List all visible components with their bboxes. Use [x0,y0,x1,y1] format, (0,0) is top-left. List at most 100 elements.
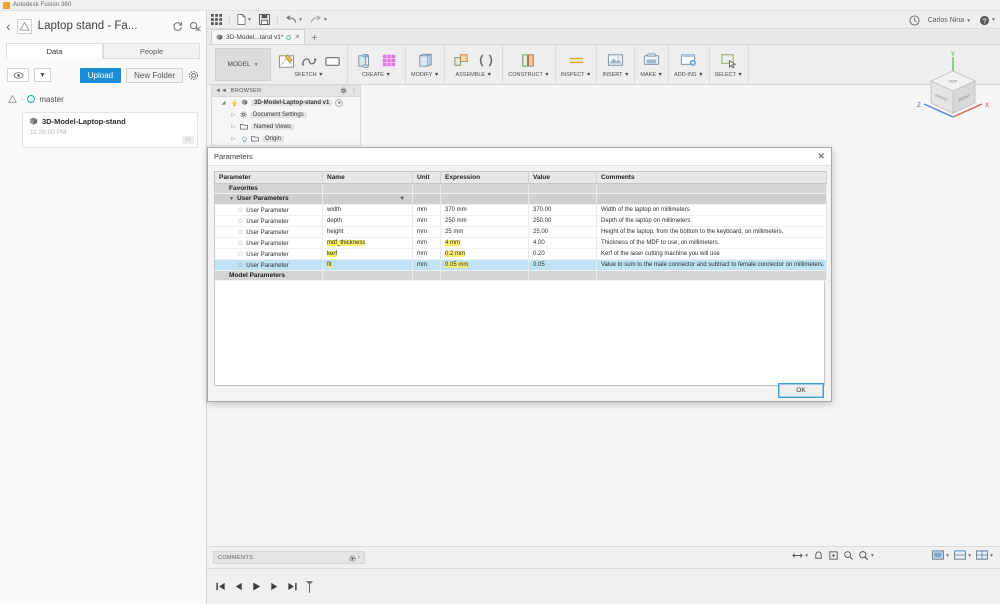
user-menu[interactable]: Carlos Nina ▼ [928,17,971,24]
mesh-icon[interactable] [378,49,400,71]
column-header-expression[interactable]: Expression [440,171,529,184]
document-tab[interactable]: 3D-Model...tand v1* ✕ [211,29,306,44]
new-component-icon[interactable] [450,49,472,71]
tab-people[interactable]: People [103,43,200,59]
redo-icon[interactable]: ▼ [310,14,328,25]
row-expression[interactable]: 250 mm [440,215,529,227]
expand-arrow-icon[interactable]: ▷ [230,124,237,130]
measure-icon[interactable] [565,49,587,71]
row-unit[interactable]: mm [412,248,441,260]
browser-root-badge-icon[interactable]: ● [335,99,344,107]
table-row[interactable]: ☆ User Parameter fit mm 0.05 mm 0.05 Valu… [214,259,827,271]
spline-icon[interactable] [299,51,319,71]
pan-icon[interactable] [813,550,824,561]
tab-data[interactable]: Data [6,43,103,59]
browser-menu-icon[interactable]: ⋮ [351,88,357,95]
display-settings-icon[interactable]: ▼ [932,550,950,561]
comments-menu-icon[interactable]: › [358,555,360,561]
row-comment[interactable]: Kerf of the laser cutting machine you wi… [596,248,827,260]
insert-mcmaster-icon[interactable] [605,49,627,71]
fit-icon[interactable]: ▼ [858,550,875,561]
group-row-favorites[interactable]: Favorites [214,183,827,195]
group-row-user-parameters[interactable]: ▼ User Parameters + [214,193,827,205]
view-cube[interactable]: Y X Z TOP FRONT RIGHT [910,47,996,133]
column-header-value[interactable]: Value [528,171,597,184]
column-header-unit[interactable]: Unit [412,171,441,184]
browser-item-origin[interactable]: ▷ Origin [212,133,360,145]
table-row[interactable]: ☆ User Parameter mdf_thickness mm 4 mm 4.… [214,237,827,249]
viewports-icon[interactable]: ▼ [976,550,994,561]
breadcrumb-project[interactable]: master [39,95,63,104]
expand-arrow-icon[interactable]: ◢ [220,100,227,106]
row-comment[interactable]: Depth of the laptop on millimeters [596,215,827,227]
ribbon-label-insert[interactable]: INSERT ▼ [602,72,629,78]
zoom-window-icon[interactable] [843,550,854,561]
row-unit[interactable]: mm [412,215,441,227]
ribbon-label-construct[interactable]: CONSTRUCT ▼ [508,72,549,78]
3d-print-icon[interactable] [641,49,663,71]
close-icon[interactable]: ✕ [817,152,825,161]
row-unit[interactable]: mm [412,226,441,238]
favorite-star-icon[interactable]: ☆ [237,218,243,225]
row-unit[interactable]: mm [412,204,441,216]
table-row[interactable]: ☆ User Parameter kerf mm 0.2 mm 0.20 Kerf… [214,248,827,260]
row-name[interactable]: width [322,204,413,216]
lightbulb-icon[interactable] [240,135,248,143]
timeline-marker-icon[interactable] [305,580,314,594]
row-name[interactable]: depth [322,215,413,227]
favorite-star-icon[interactable]: ☆ [237,240,243,247]
ribbon-label-inspect[interactable]: INSPECT ▼ [561,72,592,78]
gear-icon[interactable] [340,87,347,96]
group-row-model-parameters[interactable]: Model Parameters [214,270,827,281]
favorite-star-icon[interactable]: ☆ [237,207,243,214]
add-parameter-button[interactable]: + [322,193,413,205]
browser-item-document-settings[interactable]: ▷ Document Settings [212,109,360,121]
row-unit[interactable]: mm [412,237,441,249]
step-back-icon[interactable] [233,581,244,592]
comments-panel-toggle[interactable]: COMMENTS › [213,551,365,564]
row-expression[interactable]: 370 mm [440,204,529,216]
file-card[interactable]: 3D-Model-Laptop-stand 11:26:00 PM v1 [22,112,198,148]
column-header-parameter[interactable]: Parameter [214,171,323,184]
go-to-beginning-icon[interactable] [215,581,226,592]
go-to-end-icon[interactable] [287,581,298,592]
column-header-comments[interactable]: Comments [596,171,827,184]
orbit-icon[interactable]: ▼ [792,550,809,561]
row-name[interactable]: height [322,226,413,238]
extrude-icon[interactable] [353,49,375,71]
gear-icon[interactable] [349,549,356,567]
refresh-icon[interactable] [172,21,183,32]
new-tab-plus-icon[interactable]: + [311,34,317,44]
gear-icon[interactable] [188,70,199,81]
ribbon-label-make[interactable]: MAKE ▼ [640,72,663,78]
workspace-switcher[interactable]: MODEL ▼ [215,48,271,81]
rectangle-icon[interactable] [322,51,342,71]
file-icon[interactable]: ▼ [237,14,252,25]
row-comment[interactable]: Thickness of the MDF to use, on millimet… [596,237,827,249]
row-comment[interactable]: Value to sum to the male connector and s… [596,259,827,271]
collapse-icon[interactable]: ◄◄ [215,88,227,94]
table-row[interactable]: ☆ User Parameter width mm 370 mm 370.00 W… [214,204,827,216]
favorite-star-icon[interactable]: ☆ [237,262,243,269]
eye-icon[interactable] [7,68,29,82]
play-icon[interactable] [251,581,262,592]
table-row[interactable]: ☆ User Parameter height mm 25 mm 25.00 He… [214,226,827,238]
zoom-icon[interactable] [828,550,839,561]
ribbon-label-assemble[interactable]: ASSEMBLE ▼ [455,72,492,78]
favorite-star-icon[interactable]: ☆ [237,229,243,236]
ok-button[interactable]: OK [778,382,824,398]
ribbon-label-create[interactable]: CREATE ▼ [362,72,391,78]
expand-arrow-icon[interactable]: ▷ [230,112,237,118]
ribbon-label-sketch[interactable]: SKETCH ▼ [294,72,323,78]
scripts-addins-icon[interactable] [678,49,700,71]
save-icon[interactable] [259,14,270,25]
step-forward-icon[interactable] [269,581,280,592]
press-pull-icon[interactable] [414,49,436,71]
row-expression[interactable]: 25 mm [440,226,529,238]
row-comment[interactable]: Height of the laptop, from the bottom to… [596,226,827,238]
offset-plane-icon[interactable] [518,49,540,71]
data-panel-close-icon[interactable]: ✕ [194,24,202,35]
expand-arrow-icon[interactable]: ▷ [230,136,237,142]
new-folder-button[interactable]: New Folder [126,67,183,83]
select-icon[interactable] [718,49,740,71]
